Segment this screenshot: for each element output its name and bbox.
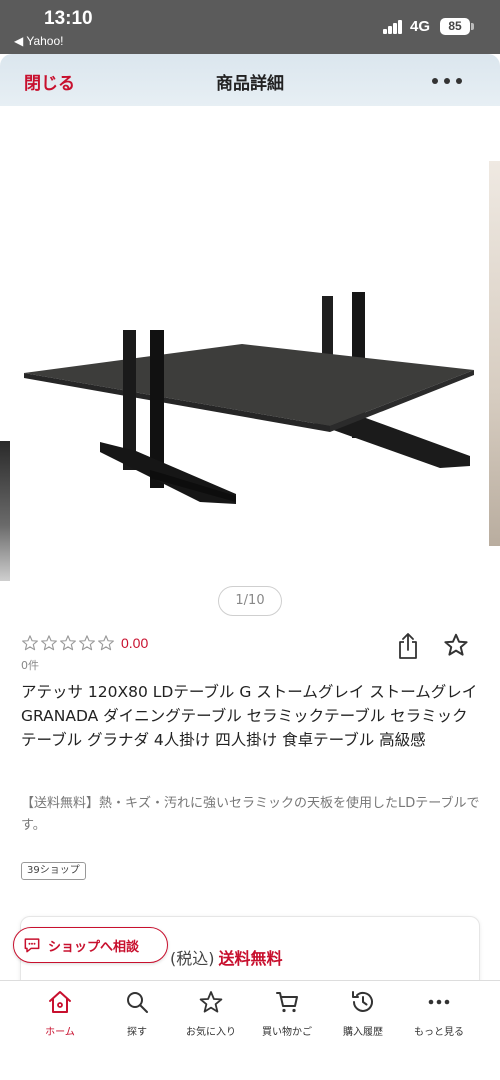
shop-tag-badge: 39ショップ xyxy=(21,862,86,880)
home-icon xyxy=(49,991,71,1013)
history-icon xyxy=(352,991,373,1012)
favorite-star-icon[interactable] xyxy=(443,632,469,658)
nav-item-more[interactable]: もっと見る xyxy=(404,989,474,1043)
bottom-nav: ホーム 探す お気に入り 買い物かご 購入履歴 もっと見る xyxy=(0,980,500,1080)
share-icon[interactable] xyxy=(396,632,420,660)
nav-label-history: 購入履歴 xyxy=(343,1027,383,1038)
nav-label-cart: 買い物かご xyxy=(262,1027,312,1038)
nav-label-more: もっと見る xyxy=(414,1027,464,1038)
status-time: 13:10 xyxy=(44,8,93,29)
image-counter: 1/10 xyxy=(218,586,282,616)
back-to-app-link[interactable]: ◀ Yahoo! xyxy=(14,34,64,48)
chat-icon xyxy=(24,938,40,953)
cart-icon xyxy=(276,992,298,1013)
product-title: アテッサ 120X80 LDテーブル G ストームグレイ ストームグレイ GRA… xyxy=(21,683,478,749)
shop-consult-label: ショップへ相談 xyxy=(48,939,140,955)
battery-icon: 85 xyxy=(440,18,470,35)
tax-label: (税込) xyxy=(170,949,215,968)
nav-item-search[interactable]: 探す xyxy=(102,989,172,1043)
network-type: 4G xyxy=(410,18,431,35)
battery-tip xyxy=(471,23,474,30)
sheet-header: 閉じる 商品詳細 xyxy=(0,54,500,106)
shop-consult-button[interactable]: ショップへ相談 xyxy=(13,927,168,963)
star-outline-icon xyxy=(98,635,114,651)
nav-label-home: ホーム xyxy=(45,1027,75,1038)
review-count[interactable]: 0件 xyxy=(21,657,39,673)
product-table-image xyxy=(24,292,474,504)
nav-label-search: 探す xyxy=(127,1027,147,1038)
nav-label-favorites: お気に入り xyxy=(186,1027,236,1038)
nav-item-home[interactable]: ホーム xyxy=(25,989,95,1043)
nav-item-favorites[interactable]: お気に入り xyxy=(176,989,246,1043)
nav-item-cart[interactable]: 買い物かご xyxy=(252,989,322,1043)
more-horizontal-icon[interactable] xyxy=(432,78,462,84)
status-bar: 13:10 ◀ Yahoo! 4G 85 xyxy=(0,0,500,54)
free-shipping-label: 送料無料 xyxy=(218,949,283,968)
star-outline-icon xyxy=(79,635,95,651)
product-description: 【送料無料】熱・キズ・汚れに強いセラミックの天板を使用したLDテーブルです。 xyxy=(21,796,480,833)
star-outline-icon xyxy=(41,635,57,651)
search-icon xyxy=(127,992,148,1013)
star-icon xyxy=(199,991,223,1013)
more-icon xyxy=(428,999,450,1005)
rating-row[interactable]: 0.00 xyxy=(21,633,148,653)
page-title: 商品詳細 xyxy=(216,74,284,94)
star-outline-icon xyxy=(22,635,38,651)
price-line: (税込) 送料無料 xyxy=(170,945,283,969)
rating-value: 0.00 xyxy=(121,635,149,651)
nav-item-history[interactable]: 購入履歴 xyxy=(328,989,398,1043)
star-outline-icon xyxy=(60,635,76,651)
signal-icon xyxy=(383,20,405,34)
product-image-gallery[interactable]: 1/10 xyxy=(0,106,500,626)
rating-stars xyxy=(21,634,115,652)
